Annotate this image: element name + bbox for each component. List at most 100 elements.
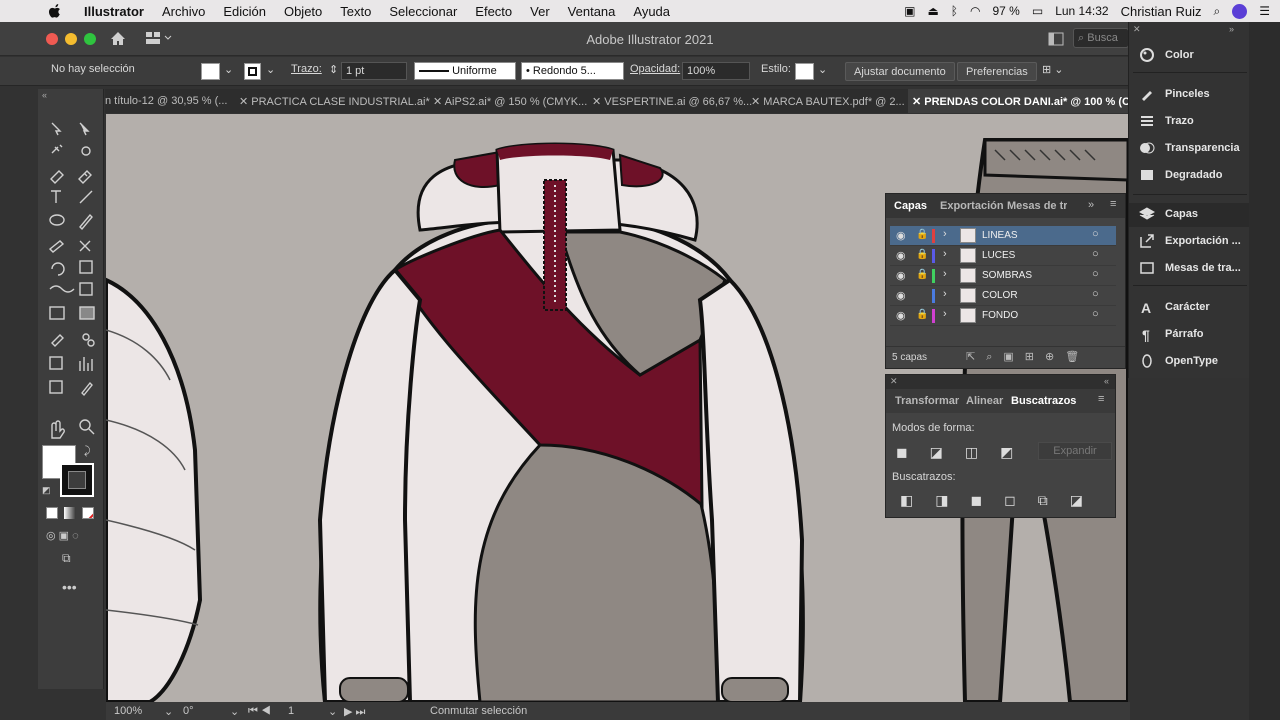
stroke-weight-field[interactable]: 1 pt — [341, 62, 407, 80]
status-mode[interactable]: Conmutar selección — [430, 705, 527, 717]
target-circle-icon[interactable]: ○ — [1092, 308, 1099, 320]
expand-chevron-icon[interactable]: › — [943, 228, 947, 240]
visibility-eye-icon[interactable]: ◉ — [896, 289, 906, 302]
pathfinder-menu-icon[interactable]: ≡ — [1098, 393, 1104, 405]
dock-trazo[interactable]: Trazo — [1129, 110, 1249, 134]
dock-degradado[interactable]: Degradado — [1129, 164, 1249, 188]
target-circle-icon[interactable]: ○ — [1092, 268, 1099, 280]
visibility-eye-icon[interactable]: ◉ — [896, 249, 906, 262]
outline-icon[interactable]: ⧉ — [1038, 492, 1070, 508]
battery-icon[interactable]: ▭ — [1032, 4, 1043, 18]
stroke-color-swatch[interactable] — [60, 463, 94, 497]
target-circle-icon[interactable]: ○ — [1092, 228, 1099, 240]
zoom-level[interactable]: 100% — [114, 705, 142, 717]
rotation-dropdown-icon[interactable]: ⌄ — [230, 705, 239, 718]
draw-normal-icon[interactable]: ◎ ▣ ◌ — [46, 529, 79, 542]
dock-close-icon[interactable]: ✕ — [1133, 24, 1141, 35]
menu-archivo[interactable]: Archivo — [162, 4, 205, 19]
tab-mesas[interactable]: Mesas de tr — [1007, 200, 1067, 212]
user-name[interactable]: Christian Ruiz — [1121, 4, 1202, 19]
intersect-icon[interactable]: ◫ — [965, 444, 1000, 460]
wifi-icon[interactable]: ◠ — [970, 4, 980, 18]
minus-back-icon[interactable]: ◪ — [1070, 492, 1105, 508]
screen-icon[interactable]: ▣ — [904, 4, 915, 18]
tab-aips2[interactable]: ✕ AiPS2.ai* @ 150 % (CMYK... — [433, 89, 593, 113]
menu-edicion[interactable]: Edición — [223, 4, 266, 19]
preferences-button[interactable]: Preferencias — [957, 62, 1037, 81]
target-circle-icon[interactable]: ○ — [1092, 288, 1099, 300]
minus-front-icon[interactable]: ◪ — [930, 444, 965, 460]
tab-close-icon[interactable]: ✕ — [592, 96, 604, 108]
layer-name[interactable]: COLOR — [982, 290, 1018, 301]
color-mode-icon[interactable] — [46, 507, 58, 519]
layer-name[interactable]: FONDO — [982, 310, 1018, 321]
expand-chevron-icon[interactable]: › — [943, 268, 947, 280]
crop-icon[interactable]: ◻ — [1004, 492, 1038, 508]
layer-footer-icons[interactable]: ⇱⌕▣⊞⊕🗑 — [966, 350, 1090, 364]
tab-marca-bautex[interactable]: ✕ MARCA BAUTEX.pdf* @ 2... — [751, 89, 909, 113]
dock-mesas[interactable]: Mesas de tra... — [1129, 257, 1249, 281]
lock-icon[interactable]: 🔒 — [916, 229, 928, 240]
stroke-swatch[interactable] — [244, 63, 261, 80]
tab-alinear[interactable]: Alinear — [966, 395, 1003, 407]
tab-close-icon[interactable]: ✕ — [751, 96, 763, 108]
expand-button[interactable]: Expandir — [1038, 442, 1112, 460]
dock-parrafo[interactable]: ¶ Párrafo — [1129, 323, 1249, 347]
screen-mode-icon[interactable]: ⧉ — [62, 551, 71, 566]
panel-toggle-icon[interactable] — [1048, 32, 1064, 46]
lock-icon[interactable]: 🔒 — [916, 269, 928, 280]
airplay-icon[interactable]: ⏏ — [927, 4, 938, 18]
stroke-label[interactable]: Trazo: — [291, 63, 322, 75]
style-dropdown-icon[interactable]: ⌄ — [818, 63, 827, 76]
arrange-icon[interactable]: ⊞ ⌄ — [1042, 63, 1064, 76]
tab-vespertine[interactable]: ✕ VESPERTINE.ai @ 66,67 %... — [592, 89, 752, 113]
none-mode-icon[interactable] — [82, 507, 94, 519]
next-artboard-icon[interactable]: ▶ ⏭ — [344, 705, 365, 719]
expand-chevron-icon[interactable]: › — [943, 288, 947, 300]
divide-icon[interactable]: ◧ — [900, 492, 935, 508]
brush-select[interactable]: • Redondo 5... — [521, 62, 624, 80]
search-field[interactable]: ⌕ Busca — [1073, 28, 1129, 48]
tab-close-icon[interactable]: ✕ — [912, 96, 924, 108]
tab-capas[interactable]: Capas — [894, 200, 927, 212]
tab-buscatrazos[interactable]: Buscatrazos — [1011, 395, 1076, 407]
clock[interactable]: Lun 14:32 — [1055, 4, 1108, 18]
tab-practica[interactable]: ✕ PRACTICA CLASE INDUSTRIAL.ai* — [239, 89, 430, 113]
siri-icon[interactable] — [1232, 3, 1248, 19]
fill-swatch[interactable] — [201, 63, 220, 80]
menu-efecto[interactable]: Efecto — [475, 4, 512, 19]
rotation-value[interactable]: 0° — [183, 705, 194, 717]
layer-name[interactable]: SOMBRAS — [982, 270, 1032, 281]
dock-exportacion[interactable]: Exportación ... — [1129, 230, 1249, 254]
app-menu[interactable]: Illustrator — [84, 4, 144, 19]
trim-icon[interactable]: ◨ — [935, 492, 970, 508]
swap-colors-icon[interactable]: ⤸ — [84, 445, 91, 458]
default-colors-icon[interactable]: ◩ — [42, 485, 51, 496]
menu-ventana[interactable]: Ventana — [568, 4, 616, 19]
bluetooth-icon[interactable]: ᛒ — [951, 4, 958, 18]
panel-menu-icon[interactable]: ≡ — [1110, 198, 1116, 210]
tab-close-icon[interactable]: ✕ — [239, 96, 251, 108]
tab-transformar[interactable]: Transformar — [895, 395, 959, 407]
exclude-icon[interactable]: ◩ — [1000, 444, 1035, 460]
tab-prendas-color[interactable]: ✕ PRENDAS COLOR DANI.ai* @ 100 % (CMYK — [908, 89, 1130, 113]
gradient-mode-icon[interactable] — [64, 507, 76, 519]
dock-pinceles[interactable]: Pinceles — [1129, 83, 1249, 107]
tab-exportacion[interactable]: Exportación — [940, 200, 1004, 212]
dock-collapse-icon[interactable]: » — [1229, 24, 1234, 34]
dock-opentype[interactable]: OpenType — [1129, 350, 1249, 374]
tab-untitled-12[interactable]: n título-12 @ 30,95 % (... — [105, 89, 235, 113]
stroke-stepper-icon[interactable]: ⇕ — [329, 63, 338, 76]
menu-seleccionar[interactable]: Seleccionar — [389, 4, 457, 19]
artboard-number[interactable]: 1 — [288, 705, 294, 717]
style-swatch[interactable] — [795, 63, 814, 80]
expand-chevron-icon[interactable]: › — [943, 248, 947, 260]
opacity-field[interactable]: 100% — [682, 62, 750, 80]
dock-capas[interactable]: Capas — [1129, 203, 1249, 227]
dock-caracter[interactable]: A Carácter — [1129, 296, 1249, 320]
spotlight-icon[interactable]: ⌕ — [1214, 4, 1221, 19]
pathfinder-close-icon[interactable]: ✕ — [890, 376, 898, 387]
zoom-dropdown-icon[interactable]: ⌄ — [164, 705, 173, 718]
lock-icon[interactable]: 🔒 — [916, 309, 928, 320]
more-tools-icon[interactable]: ••• — [62, 579, 77, 595]
